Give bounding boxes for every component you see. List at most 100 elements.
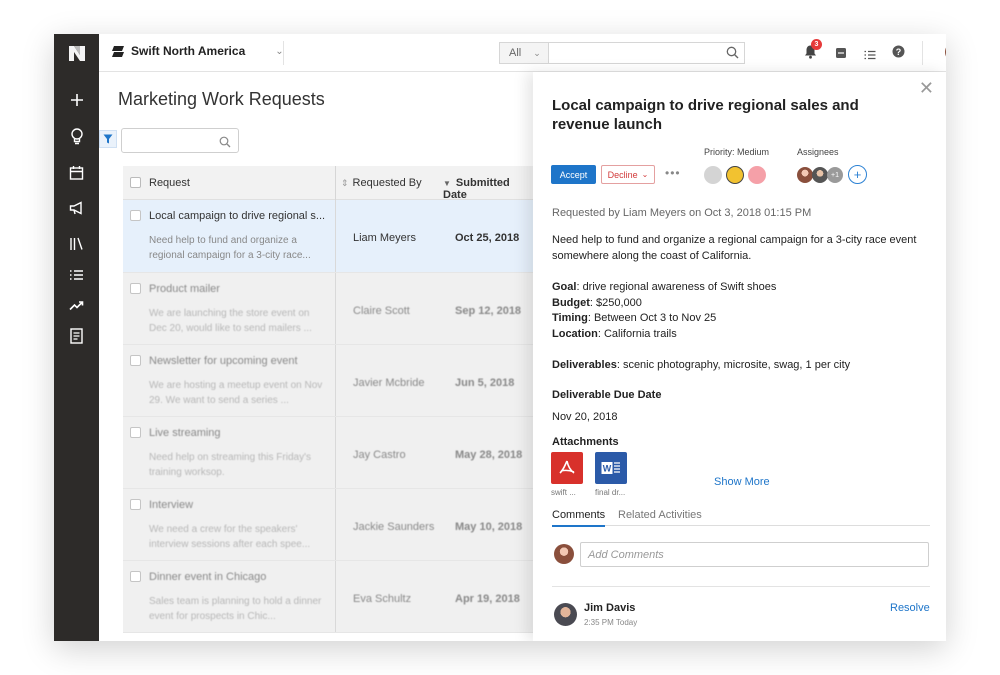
request-title: Live streaming: [149, 427, 221, 439]
tab-comments[interactable]: Comments: [552, 509, 606, 527]
current-user-avatar: [554, 544, 574, 564]
workspace-switcher[interactable]: Swift North America ⌄: [111, 44, 284, 58]
goal-line: Goal: drive regional awareness of Swift …: [552, 280, 932, 296]
assignee-avatar[interactable]: [797, 167, 813, 183]
tab-related-activities[interactable]: Related Activities: [618, 509, 702, 526]
megaphone-icon[interactable]: [54, 193, 99, 223]
pdf-icon[interactable]: [551, 452, 583, 484]
priority-high-option[interactable]: [748, 166, 766, 184]
table-row[interactable]: Live streaming Need help on streaming th…: [123, 417, 534, 489]
search-icon[interactable]: [219, 135, 231, 153]
assignee-overflow-count[interactable]: +1: [827, 167, 843, 183]
show-more-link[interactable]: Show More: [714, 476, 770, 488]
priority-medium-option[interactable]: [726, 166, 744, 184]
sort-icon: ⇕: [341, 178, 349, 188]
column-header-requested-by-label: Requested By: [352, 177, 422, 189]
column-header-request[interactable]: Request: [149, 177, 190, 189]
budget-line: Budget: $250,000: [552, 296, 932, 312]
calendar-icon[interactable]: [54, 157, 99, 187]
column-header-submitted-date-label: Submitted Date: [443, 177, 510, 201]
trending-icon[interactable]: [54, 290, 99, 320]
budget-label: Budget: [552, 296, 590, 309]
detail-tabs: Comments Related Activities: [552, 509, 930, 527]
global-search-input[interactable]: [548, 42, 745, 64]
search-scope-dropdown[interactable]: All ⌄: [499, 42, 549, 64]
location-line: Location: California trails: [552, 327, 932, 343]
list-icon[interactable]: [54, 260, 99, 290]
table-row[interactable]: Dinner event in Chicago Sales team is pl…: [123, 561, 534, 633]
deliverables-value: : scenic photography, microsite, swag, 1…: [616, 359, 851, 371]
inbox-icon[interactable]: [835, 46, 847, 64]
resolve-link[interactable]: Resolve: [890, 602, 930, 614]
help-icon[interactable]: ?: [892, 45, 905, 63]
filter-icon[interactable]: [99, 130, 117, 148]
request-description: Sales team is planning to hold a dinner …: [149, 596, 322, 622]
assignee-avatar[interactable]: [812, 167, 828, 183]
comment-input[interactable]: Add Comments: [580, 542, 929, 567]
row-checkbox[interactable]: [130, 355, 141, 366]
svg-text:W: W: [603, 464, 612, 474]
table-row[interactable]: Newsletter for upcoming event We are hos…: [123, 345, 534, 417]
requested-by: Javier Mcbride: [353, 377, 425, 389]
plus-icon[interactable]: [54, 85, 99, 115]
row-checkbox[interactable]: [130, 571, 141, 582]
request-details: Goal: drive regional awareness of Swift …: [552, 280, 932, 342]
more-options-icon[interactable]: •••: [665, 166, 681, 180]
comment-time: 2:35 PM Today: [584, 618, 638, 627]
page-title: Marketing Work Requests: [118, 89, 325, 109]
request-title: Product mailer: [149, 283, 220, 295]
attachment-name[interactable]: swift ...: [551, 488, 576, 497]
requested-by: Liam Meyers: [353, 232, 416, 244]
logo-icon[interactable]: [54, 34, 99, 72]
search-scope-label: All: [509, 47, 522, 59]
user-avatar[interactable]: [945, 42, 946, 62]
attachment-name[interactable]: final dr...: [595, 488, 625, 497]
decline-button[interactable]: Decline ⌄: [601, 165, 655, 184]
list-search-input[interactable]: [121, 128, 239, 153]
close-icon[interactable]: ✕: [919, 78, 934, 99]
accept-button[interactable]: Accept: [551, 165, 596, 184]
search-icon[interactable]: [726, 46, 739, 64]
row-checkbox[interactable]: [130, 283, 141, 294]
submitted-date: Sep 12, 2018: [455, 305, 522, 317]
row-checkbox[interactable]: [130, 210, 141, 221]
divider: [283, 41, 284, 65]
add-assignee-button[interactable]: +: [848, 165, 867, 184]
select-all-checkbox[interactable]: [130, 177, 141, 188]
table-row[interactable]: Local campaign to drive regional s... Ne…: [123, 200, 534, 273]
goal-label: Goal: [552, 281, 577, 293]
column-divider: [335, 345, 336, 416]
column-divider: [335, 561, 336, 632]
deliverables-label: Deliverables: [552, 359, 617, 371]
list-icon[interactable]: [864, 47, 876, 65]
budget-value: : $250,000: [589, 296, 642, 309]
column-header-submitted-date[interactable]: ▼ Submitted Date: [443, 177, 534, 201]
sort-desc-icon: ▼: [443, 179, 451, 188]
table-row[interactable]: Interview We need a crew for the speaker…: [123, 489, 534, 561]
column-divider: [335, 417, 336, 488]
timing-label: Timing: [552, 312, 588, 324]
request-meta: Requested by Liam Meyers on Oct 3, 2018 …: [552, 207, 812, 219]
divider: [922, 41, 923, 65]
library-icon[interactable]: [54, 228, 99, 258]
timing-value: : Between Oct 3 to Nov 25: [587, 312, 717, 324]
document-icon[interactable]: [54, 321, 99, 351]
lightbulb-icon[interactable]: [54, 121, 99, 151]
row-checkbox[interactable]: [130, 499, 141, 510]
swift-logo-icon: [112, 45, 124, 57]
priority-low-option[interactable]: [704, 166, 722, 184]
left-nav-rail: [54, 34, 99, 641]
top-bar: Swift North America ⌄ All ⌄ 3 ? ⌄: [99, 34, 946, 72]
svg-text:?: ?: [896, 47, 902, 57]
row-checkbox[interactable]: [130, 427, 141, 438]
requested-by: Jackie Saunders: [353, 521, 435, 533]
table-row[interactable]: Product mailer We are launching the stor…: [123, 273, 534, 345]
timing-line: Timing: Between Oct 3 to Nov 25: [552, 311, 932, 327]
workspace-name: Swift North America: [131, 44, 246, 58]
word-icon[interactable]: W: [595, 452, 627, 484]
due-date-label: Deliverable Due Date: [552, 389, 662, 401]
requested-by: Eva Schultz: [353, 593, 412, 605]
table-header: Request ⇕ Requested By ▼ Submitted Date: [123, 166, 534, 201]
request-title: Newsletter for upcoming event: [149, 355, 298, 367]
column-header-requested-by[interactable]: ⇕ Requested By: [341, 177, 422, 189]
